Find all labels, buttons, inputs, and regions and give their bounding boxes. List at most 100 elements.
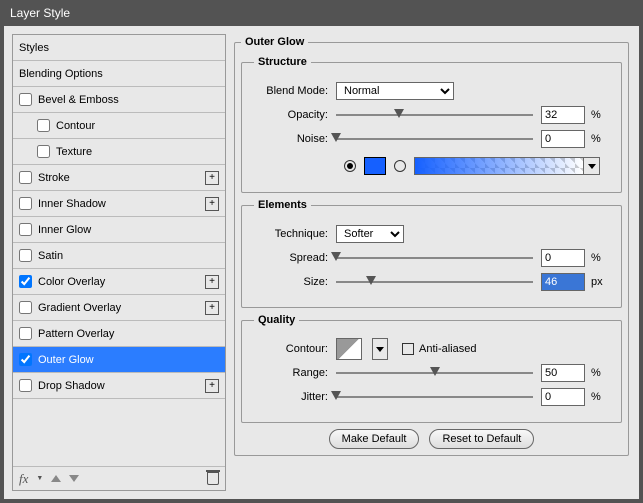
add-effect-icon[interactable]: + [205, 379, 219, 393]
sidebar-item-label: Bevel & Emboss [38, 94, 119, 106]
pct-unit: % [585, 367, 609, 379]
sidebar-item[interactable]: Pattern Overlay [13, 321, 225, 347]
trash-icon[interactable] [207, 472, 219, 485]
sidebar-item-label: Contour [56, 120, 95, 132]
style-checkbox[interactable] [37, 119, 50, 132]
add-effect-icon[interactable]: + [205, 275, 219, 289]
range-input[interactable] [541, 364, 585, 382]
spread-slider[interactable] [336, 250, 533, 266]
solid-color-radio[interactable] [344, 160, 356, 172]
structure-group: Structure Blend Mode: Normal Opacity: % … [241, 56, 622, 193]
elements-group: Elements Technique: Softer Spread: % Siz… [241, 199, 622, 308]
anti-aliased-checkbox[interactable] [402, 343, 414, 355]
size-slider[interactable] [336, 274, 533, 290]
style-checkbox[interactable] [19, 353, 32, 366]
style-checkbox[interactable] [37, 145, 50, 158]
sidebar-item[interactable]: Drop Shadow + [13, 373, 225, 399]
contour-label: Contour: [254, 343, 336, 355]
sidebar-item-label: Styles [19, 42, 49, 54]
noise-label: Noise: [254, 133, 336, 145]
sidebar-item-label: Color Overlay [38, 276, 105, 288]
px-unit: px [585, 276, 609, 288]
sidebar-item-label: Drop Shadow [38, 380, 105, 392]
window-title: Layer Style [0, 0, 643, 26]
sidebar-item[interactable]: Satin [13, 243, 225, 269]
sidebar-item-label: Outer Glow [38, 354, 94, 366]
style-list: Styles Blending Options Bevel & Emboss Cont… [12, 34, 226, 491]
spread-label: Spread: [254, 252, 336, 264]
sidebar-item[interactable]: Inner Glow [13, 217, 225, 243]
color-swatch[interactable] [364, 157, 386, 175]
noise-input[interactable] [541, 130, 585, 148]
gradient-dropdown[interactable] [584, 157, 600, 175]
anti-aliased-label: Anti-aliased [419, 343, 476, 355]
technique-select[interactable]: Softer [336, 225, 404, 243]
style-checkbox[interactable] [19, 275, 32, 288]
contour-dropdown[interactable] [372, 338, 388, 360]
sidebar-item-label: Satin [38, 250, 63, 262]
add-effect-icon[interactable]: + [205, 197, 219, 211]
sidebar-item-label: Blending Options [19, 68, 103, 80]
sidebar-item[interactable]: Inner Shadow + [13, 191, 225, 217]
blend-mode-label: Blend Mode: [254, 85, 336, 97]
blend-mode-select[interactable]: Normal [336, 82, 454, 100]
sidebar-item[interactable]: Outer Glow [13, 347, 225, 373]
structure-legend: Structure [254, 56, 311, 68]
gradient-picker[interactable] [414, 157, 584, 175]
sidebar-item-label: Texture [56, 146, 92, 158]
sidebar-item-label: Inner Shadow [38, 198, 106, 210]
fx-menu[interactable]: fx [19, 471, 28, 487]
style-checkbox[interactable] [19, 197, 32, 210]
quality-group: Quality Contour: Anti-aliased Range: % [241, 314, 622, 423]
style-checkbox[interactable] [19, 301, 32, 314]
sidebar-item-label: Stroke [38, 172, 70, 184]
style-checkbox[interactable] [19, 93, 32, 106]
jitter-slider[interactable] [336, 389, 533, 405]
sidebar-item[interactable]: Styles [13, 35, 225, 61]
pct-unit: % [585, 252, 609, 264]
size-label: Size: [254, 276, 336, 288]
sidebar-item[interactable]: Stroke + [13, 165, 225, 191]
jitter-input[interactable] [541, 388, 585, 406]
move-down-icon[interactable] [69, 475, 79, 482]
style-checkbox[interactable] [19, 379, 32, 392]
range-label: Range: [254, 367, 336, 379]
range-slider[interactable] [336, 365, 533, 381]
noise-slider[interactable] [336, 131, 533, 147]
elements-legend: Elements [254, 199, 311, 211]
style-checkbox[interactable] [19, 171, 32, 184]
sidebar: Styles Blending Options Bevel & Emboss Cont… [4, 26, 234, 499]
list-filler [13, 399, 225, 466]
sidebar-item[interactable]: Blending Options [13, 61, 225, 87]
move-up-icon[interactable] [51, 475, 61, 482]
technique-label: Technique: [254, 228, 336, 240]
sidebar-item[interactable]: Color Overlay + [13, 269, 225, 295]
spread-input[interactable] [541, 249, 585, 267]
style-checkbox[interactable] [19, 223, 32, 236]
sidebar-item[interactable]: Contour [13, 113, 225, 139]
style-checkbox[interactable] [19, 327, 32, 340]
sidebar-item[interactable]: Bevel & Emboss [13, 87, 225, 113]
reset-default-button[interactable]: Reset to Default [429, 429, 534, 449]
sidebar-item-label: Inner Glow [38, 224, 91, 236]
content: Styles Blending Options Bevel & Emboss Cont… [4, 26, 639, 499]
size-input[interactable] [541, 273, 585, 291]
make-default-button[interactable]: Make Default [329, 429, 420, 449]
gradient-radio[interactable] [394, 160, 406, 172]
add-effect-icon[interactable]: + [205, 301, 219, 315]
style-checkbox[interactable] [19, 249, 32, 262]
sidebar-item-label: Gradient Overlay [38, 302, 121, 314]
pct-unit: % [585, 109, 609, 121]
contour-picker[interactable] [336, 338, 362, 360]
pct-unit: % [585, 391, 609, 403]
pct-unit: % [585, 133, 609, 145]
sidebar-footer: fx ▼ [13, 466, 225, 490]
opacity-slider[interactable] [336, 107, 533, 123]
opacity-label: Opacity: [254, 109, 336, 121]
add-effect-icon[interactable]: + [205, 171, 219, 185]
opacity-input[interactable] [541, 106, 585, 124]
sidebar-item[interactable]: Gradient Overlay + [13, 295, 225, 321]
layer-style-dialog: Layer Style Styles Blending Options Bevel … [0, 0, 643, 503]
quality-legend: Quality [254, 314, 299, 326]
sidebar-item[interactable]: Texture [13, 139, 225, 165]
